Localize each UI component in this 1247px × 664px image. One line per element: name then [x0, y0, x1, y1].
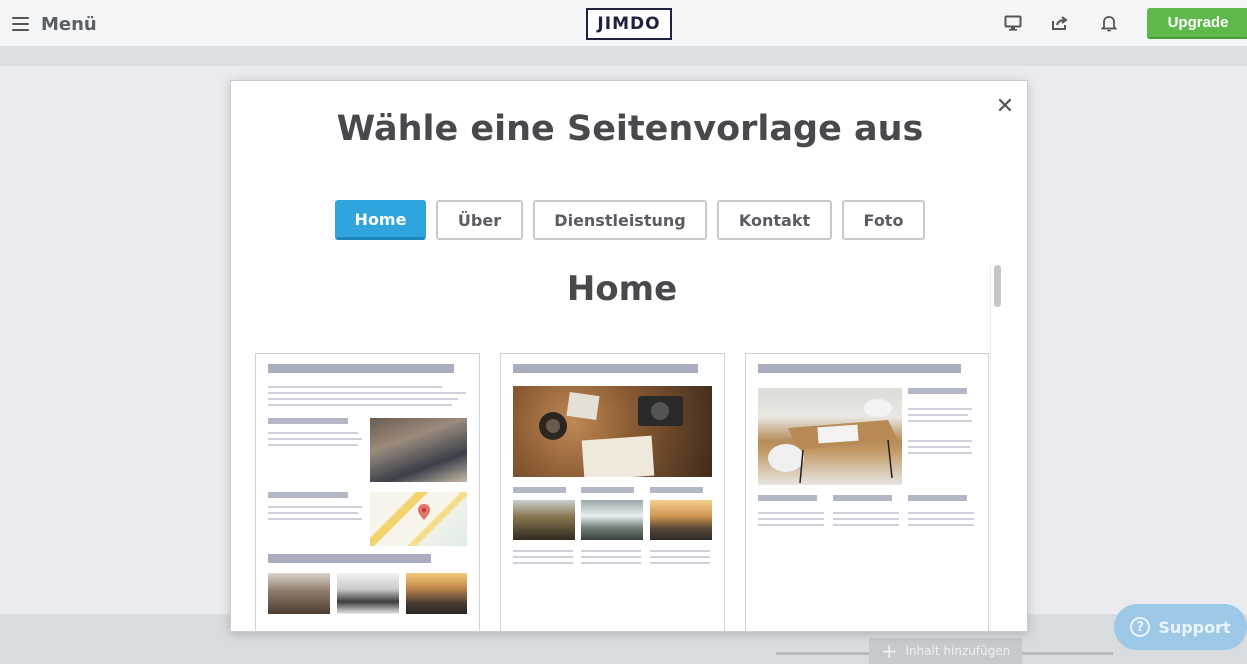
- upgrade-button[interactable]: Upgrade: [1147, 8, 1247, 39]
- toolbar-strip: [0, 47, 1247, 66]
- share-icon[interactable]: [1049, 12, 1071, 34]
- waterfall-photo: [581, 500, 643, 540]
- add-content-label: Inhalt hinzufügen: [905, 644, 1011, 658]
- tab-dienstleistung[interactable]: Dienstleistung: [533, 200, 707, 240]
- sunset-photo: [650, 500, 712, 540]
- plus-icon: +: [880, 639, 898, 663]
- travel-photo: [513, 386, 712, 477]
- table-photo: [758, 388, 902, 485]
- tab-ueber[interactable]: Über: [436, 200, 523, 240]
- city-photo: [406, 573, 467, 614]
- template-tabs: Home Über Dienstleistung Kontakt Foto: [335, 200, 925, 240]
- add-content-button[interactable]: + Inhalt hinzufügen: [869, 638, 1022, 664]
- road-photo: [513, 500, 575, 540]
- office-photo: [337, 573, 399, 614]
- hamburger-icon: [12, 17, 29, 31]
- support-button[interactable]: ? Support: [1114, 604, 1247, 650]
- template-list[interactable]: Home: [231, 265, 1003, 631]
- tab-kontakt[interactable]: Kontakt: [717, 200, 832, 240]
- desktop-icon[interactable]: [1002, 12, 1024, 34]
- template-card-2[interactable]: [500, 353, 725, 631]
- template-card-3[interactable]: [745, 353, 989, 631]
- scrollbar[interactable]: [990, 265, 1004, 631]
- modal-title: Wähle eine Seitenvorlage aus: [336, 109, 924, 149]
- top-bar: Menü JIMDO Upgrade: [0, 0, 1247, 47]
- tab-foto[interactable]: Foto: [842, 200, 925, 240]
- menu-label: Menü: [41, 13, 97, 35]
- bell-icon[interactable]: [1098, 12, 1120, 34]
- jimdo-logo[interactable]: JIMDO: [586, 8, 672, 40]
- menu-button[interactable]: Menü: [12, 10, 97, 38]
- scrollbar-thumb[interactable]: [994, 265, 1001, 307]
- section-title: Home: [566, 269, 678, 309]
- support-label: Support: [1158, 617, 1231, 637]
- map-image: [370, 492, 467, 546]
- help-icon: ?: [1130, 617, 1151, 637]
- meeting-photo: [370, 418, 467, 482]
- tab-home[interactable]: Home: [335, 200, 426, 240]
- office-photo: [268, 573, 330, 614]
- template-card-1[interactable]: [255, 353, 480, 631]
- template-modal: ✕ Wähle eine Seitenvorlage aus Home Über…: [230, 80, 1028, 632]
